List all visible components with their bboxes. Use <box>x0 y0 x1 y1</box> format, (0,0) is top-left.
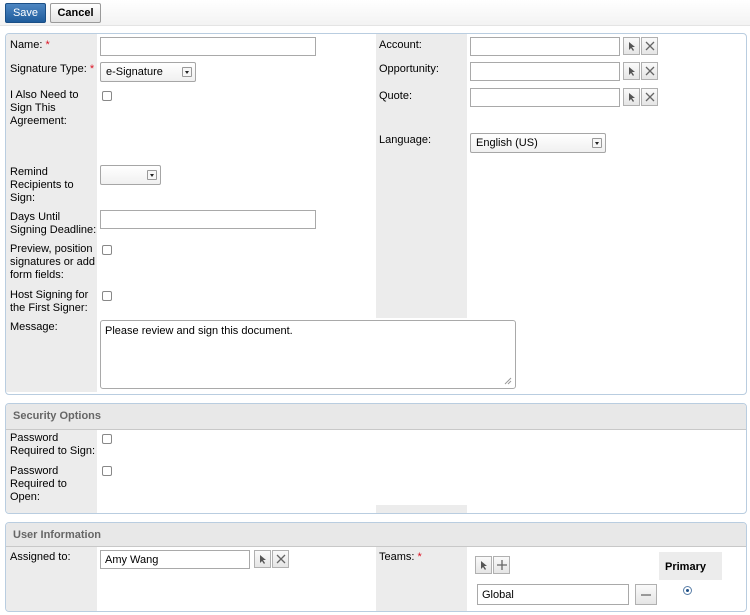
days-until-label: Days Until Signing Deadline: <box>10 211 97 236</box>
remind-label: Remind Recipients to Sign: <box>10 166 74 204</box>
account-clear-button[interactable] <box>641 37 658 55</box>
security-options-header[interactable]: Security Options <box>6 404 746 430</box>
plus-icon <box>497 560 507 570</box>
resize-grip-icon[interactable] <box>504 377 512 385</box>
opportunity-label: Opportunity: <box>379 63 439 75</box>
cursor-arrow-icon <box>629 42 635 51</box>
quote-input[interactable] <box>470 88 620 107</box>
teams-select-button[interactable] <box>475 556 492 574</box>
user-information-panel: User Information Assigned to: Teams: * P… <box>5 522 747 612</box>
password-open-checkbox[interactable] <box>102 466 112 476</box>
cursor-arrow-icon <box>481 561 487 570</box>
chevron-down-icon <box>182 67 192 77</box>
password-open-label: Password Required to Open: <box>10 465 67 503</box>
language-value: English (US) <box>476 137 538 149</box>
assigned-clear-button[interactable] <box>272 550 289 568</box>
signature-type-select[interactable]: e-Signature <box>100 62 196 82</box>
security-options-title: Security Options <box>13 410 102 422</box>
signature-type-value: e-Signature <box>106 66 163 78</box>
user-information-header[interactable]: User Information <box>6 523 746 547</box>
remind-select[interactable] <box>100 165 161 185</box>
quote-select-button[interactable] <box>623 88 640 106</box>
password-sign-checkbox[interactable] <box>102 434 112 444</box>
security-label-column-right <box>376 505 467 513</box>
assigned-to-input[interactable] <box>100 550 250 569</box>
cursor-arrow-icon <box>629 93 635 102</box>
also-sign-label: I Also Need to Sign This Agreement: <box>10 89 79 127</box>
user-information-title: User Information <box>13 529 102 541</box>
security-options-panel: Security Options Password Required to Si… <box>5 403 747 514</box>
top-action-bar: Save Cancel <box>0 0 750 26</box>
teams-add-button[interactable] <box>493 556 510 574</box>
message-text: Please review and sign this document. <box>105 325 293 337</box>
close-x-icon <box>645 66 655 76</box>
message-textarea[interactable]: Please review and sign this document. <box>100 320 516 389</box>
team-name-input[interactable] <box>477 584 629 605</box>
message-label: Message: <box>10 321 58 333</box>
chevron-down-icon <box>147 170 157 180</box>
minus-icon <box>641 594 651 596</box>
label-column-right <box>376 34 467 318</box>
cursor-arrow-icon <box>629 67 635 76</box>
also-sign-checkbox[interactable] <box>102 91 112 101</box>
host-signing-label: Host Signing for the First Signer: <box>10 289 89 314</box>
password-sign-label: Password Required to Sign: <box>10 432 95 457</box>
team-remove-button[interactable] <box>635 584 657 605</box>
opportunity-input[interactable] <box>470 62 620 81</box>
language-select[interactable]: English (US) <box>470 133 606 153</box>
primary-label: Primary <box>665 561 706 573</box>
quote-clear-button[interactable] <box>641 88 658 106</box>
host-signing-checkbox[interactable] <box>102 291 112 301</box>
opportunity-clear-button[interactable] <box>641 62 658 80</box>
close-x-icon <box>276 554 286 564</box>
account-label: Account: <box>379 39 422 51</box>
close-x-icon <box>645 92 655 102</box>
account-select-button[interactable] <box>623 37 640 55</box>
chevron-down-icon <box>592 138 602 148</box>
teams-label: Teams: * <box>379 551 422 563</box>
quote-label: Quote: <box>379 90 413 102</box>
cursor-arrow-icon <box>260 555 266 564</box>
opportunity-select-button[interactable] <box>623 62 640 80</box>
assigned-to-label: Assigned to: <box>10 551 71 563</box>
cancel-button[interactable]: Cancel <box>50 3 101 23</box>
signature-type-label: Signature Type: * <box>10 63 95 75</box>
language-label: Language: <box>379 134 431 146</box>
preview-label: Preview, position signatures or add form… <box>10 243 95 281</box>
save-button[interactable]: Save <box>5 3 46 23</box>
primary-team-radio[interactable] <box>683 586 692 595</box>
account-input[interactable] <box>470 37 620 56</box>
name-input[interactable] <box>100 37 316 56</box>
assigned-select-button[interactable] <box>254 550 271 568</box>
main-details-panel: Name: * Account: Signature Type: * e-Sig… <box>5 33 747 395</box>
preview-checkbox[interactable] <box>102 245 112 255</box>
days-until-input[interactable] <box>100 210 316 229</box>
close-x-icon <box>645 41 655 51</box>
name-label: Name: * <box>10 39 50 51</box>
